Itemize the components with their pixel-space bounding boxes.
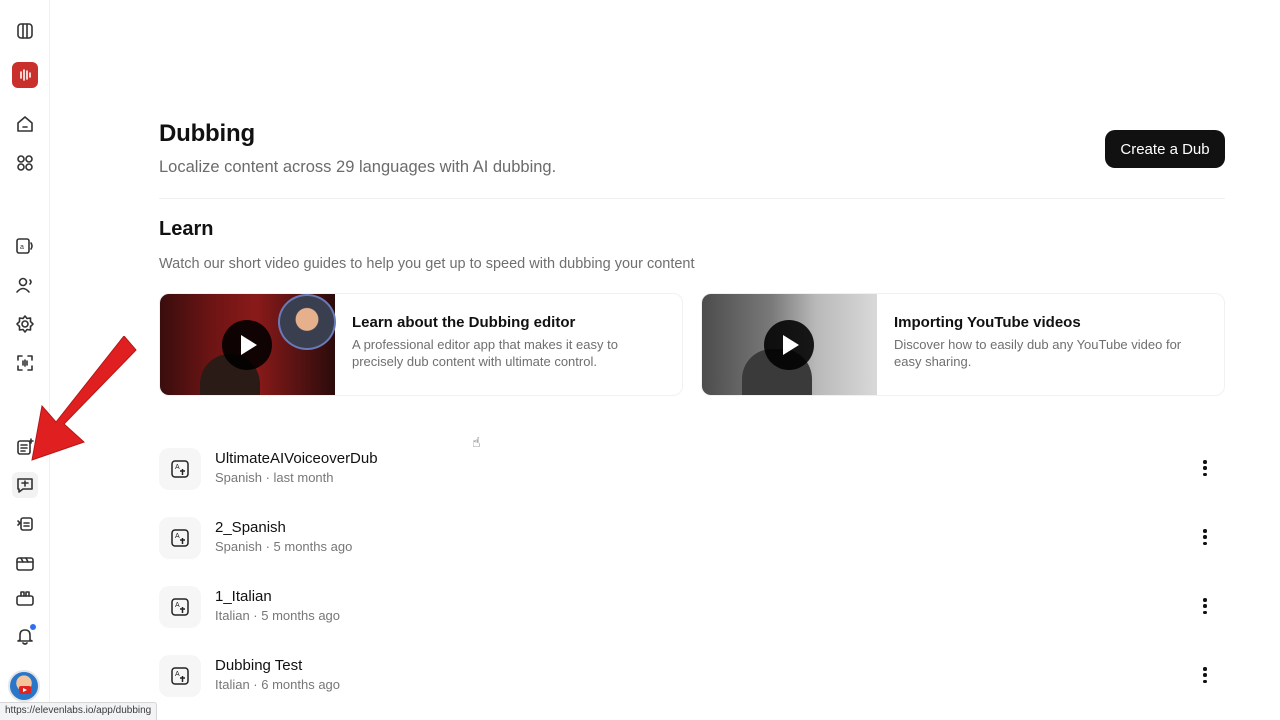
dub-name[interactable]: 1_Italian bbox=[215, 588, 272, 605]
status-bar-url: https://elevenlabs.io/app/dubbing bbox=[0, 702, 158, 720]
youtube-icon bbox=[19, 686, 31, 694]
avatar[interactable] bbox=[8, 670, 40, 702]
notification-dot bbox=[30, 624, 36, 630]
svg-text:A: A bbox=[175, 602, 180, 609]
play-icon[interactable] bbox=[764, 320, 814, 370]
dub-name[interactable]: Dubbing Test bbox=[215, 657, 302, 674]
page-title: Dubbing bbox=[159, 120, 255, 147]
page-subtitle: Localize content across 29 languages wit… bbox=[159, 158, 557, 176]
dub-meta: Italian · 6 months ago bbox=[215, 677, 341, 692]
settings-gear-icon[interactable] bbox=[12, 311, 38, 337]
apps-icon[interactable] bbox=[12, 150, 38, 176]
more-options-icon[interactable] bbox=[1199, 594, 1211, 618]
learn-subtitle: Watch our short video guides to help you… bbox=[159, 256, 695, 272]
create-dub-button[interactable]: Create a Dub bbox=[1105, 130, 1225, 168]
presenter-pip bbox=[278, 294, 336, 350]
divider bbox=[159, 198, 1225, 199]
list-item[interactable]: A 1_Italian Italian · 5 months ago bbox=[159, 586, 1225, 640]
card-title: Learn about the Dubbing editor bbox=[352, 314, 576, 331]
studio-icon[interactable] bbox=[12, 550, 38, 576]
dub-meta: Spanish · last month bbox=[215, 470, 334, 485]
audio-native-icon[interactable] bbox=[12, 511, 38, 537]
card-description: A professional editor app that makes it … bbox=[352, 337, 618, 369]
text-to-speech-icon[interactable]: a bbox=[12, 233, 38, 259]
list-item[interactable]: A 2_Spanish Spanish · 5 months ago bbox=[159, 517, 1225, 571]
dub-name[interactable]: UltimateAIVoiceoverDub bbox=[215, 450, 378, 467]
more-options-icon[interactable] bbox=[1199, 456, 1211, 480]
svg-text:a: a bbox=[20, 244, 24, 251]
video-thumbnail[interactable] bbox=[160, 294, 336, 395]
columns-icon[interactable] bbox=[12, 18, 38, 44]
dubbing-icon[interactable] bbox=[12, 472, 38, 498]
voices-icon[interactable] bbox=[12, 272, 38, 298]
translate-icon: A bbox=[159, 655, 201, 697]
learn-card-dubbing-editor[interactable]: Learn about the Dubbing editor A profess… bbox=[159, 293, 683, 396]
more-options-icon[interactable] bbox=[1199, 663, 1211, 687]
learn-heading: Learn bbox=[159, 218, 214, 240]
voice-brand-icon[interactable] bbox=[12, 62, 38, 88]
home-icon[interactable] bbox=[12, 111, 38, 137]
card-description: Discover how to easily dub any YouTube v… bbox=[894, 337, 1182, 369]
more-options-icon[interactable] bbox=[1199, 525, 1211, 549]
dub-name[interactable]: 2_Spanish bbox=[215, 519, 286, 536]
svg-text:A: A bbox=[175, 464, 180, 471]
bell-icon[interactable] bbox=[12, 623, 38, 649]
list-item[interactable]: A UltimateAIVoiceoverDub Spanish · last … bbox=[159, 448, 1225, 502]
learn-card-youtube-import[interactable]: Importing YouTube videos Discover how to… bbox=[701, 293, 1225, 396]
play-icon[interactable] bbox=[222, 320, 272, 370]
list-item[interactable]: A Dubbing Test Italian · 6 months ago bbox=[159, 655, 1225, 709]
translate-icon: A bbox=[159, 586, 201, 628]
annotation-arrow-icon bbox=[31, 336, 137, 461]
svg-text:A: A bbox=[175, 671, 180, 678]
dub-meta: Italian · 5 months ago bbox=[215, 608, 341, 623]
svg-text:A: A bbox=[175, 533, 180, 540]
translate-icon: A bbox=[159, 448, 201, 490]
dub-meta: Spanish · 5 months ago bbox=[215, 539, 353, 554]
translate-icon: A bbox=[159, 517, 201, 559]
video-thumbnail[interactable] bbox=[702, 294, 877, 395]
workspace-icon[interactable] bbox=[12, 585, 38, 611]
card-title: Importing YouTube videos bbox=[894, 314, 1081, 331]
